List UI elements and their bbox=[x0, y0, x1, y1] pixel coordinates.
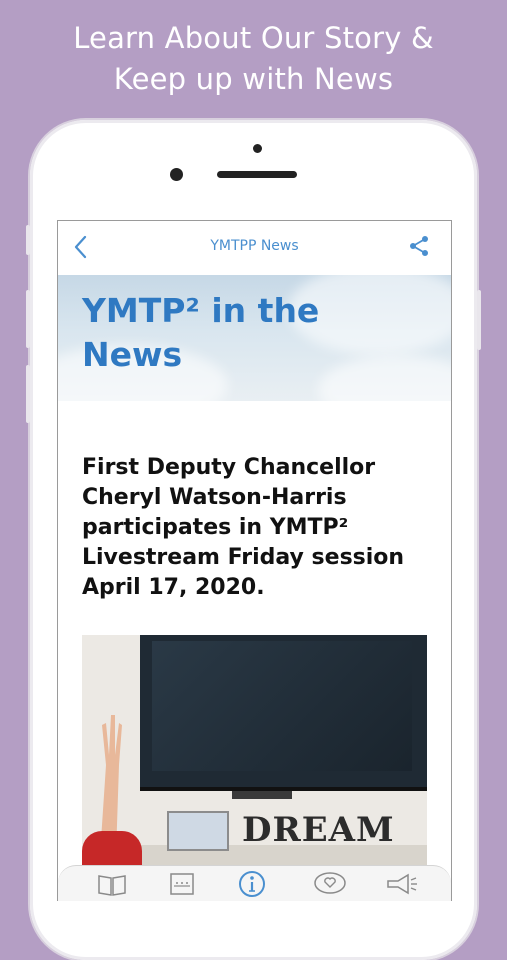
nav-title: YMTPP News bbox=[210, 238, 299, 254]
promo-headline: Learn About Our Story & Keep up with New… bbox=[0, 18, 507, 100]
phone-volume-down bbox=[26, 365, 30, 423]
tab-announcements[interactable] bbox=[384, 870, 420, 898]
hero-title: YMTP² in the News bbox=[82, 289, 432, 377]
tab-glossary[interactable] bbox=[164, 870, 200, 898]
phone-volume-up bbox=[26, 290, 30, 348]
article-photo: DREAM bbox=[82, 635, 427, 865]
tab-story[interactable] bbox=[94, 870, 130, 898]
app-screen: YMTPP News YMTP² in the News First Deput… bbox=[57, 220, 452, 901]
megaphone-icon bbox=[387, 873, 417, 895]
tab-info[interactable] bbox=[234, 870, 270, 898]
tv-stand bbox=[232, 791, 292, 799]
hero-banner: YMTP² in the News bbox=[58, 275, 451, 401]
abc-icon bbox=[170, 873, 194, 895]
phone-side-button bbox=[26, 225, 30, 255]
tab-bar bbox=[58, 865, 451, 901]
dream-sign: DREAM bbox=[242, 810, 395, 850]
phone-power-button bbox=[477, 290, 481, 350]
article-title: First Deputy Chancellor Cheryl Watson-Ha… bbox=[82, 455, 405, 600]
heart-chat-icon bbox=[314, 872, 346, 894]
promo-line-1: Learn About Our Story & bbox=[73, 21, 434, 55]
laptop bbox=[167, 811, 229, 851]
nav-bar: YMTPP News bbox=[58, 221, 451, 275]
info-icon bbox=[239, 871, 265, 897]
book-icon bbox=[98, 875, 126, 896]
hero-title-line-2: News bbox=[82, 335, 183, 374]
phone-speaker bbox=[217, 171, 297, 178]
red-sleeve bbox=[82, 831, 142, 865]
phone-camera bbox=[170, 168, 183, 181]
tab-community[interactable] bbox=[312, 870, 348, 898]
phone-sensor bbox=[253, 144, 262, 153]
tv-glare bbox=[152, 641, 412, 771]
share-icon[interactable] bbox=[408, 235, 430, 257]
promo-line-2: Keep up with News bbox=[113, 62, 394, 96]
hero-title-line-1: YMTP² in the bbox=[82, 291, 320, 330]
